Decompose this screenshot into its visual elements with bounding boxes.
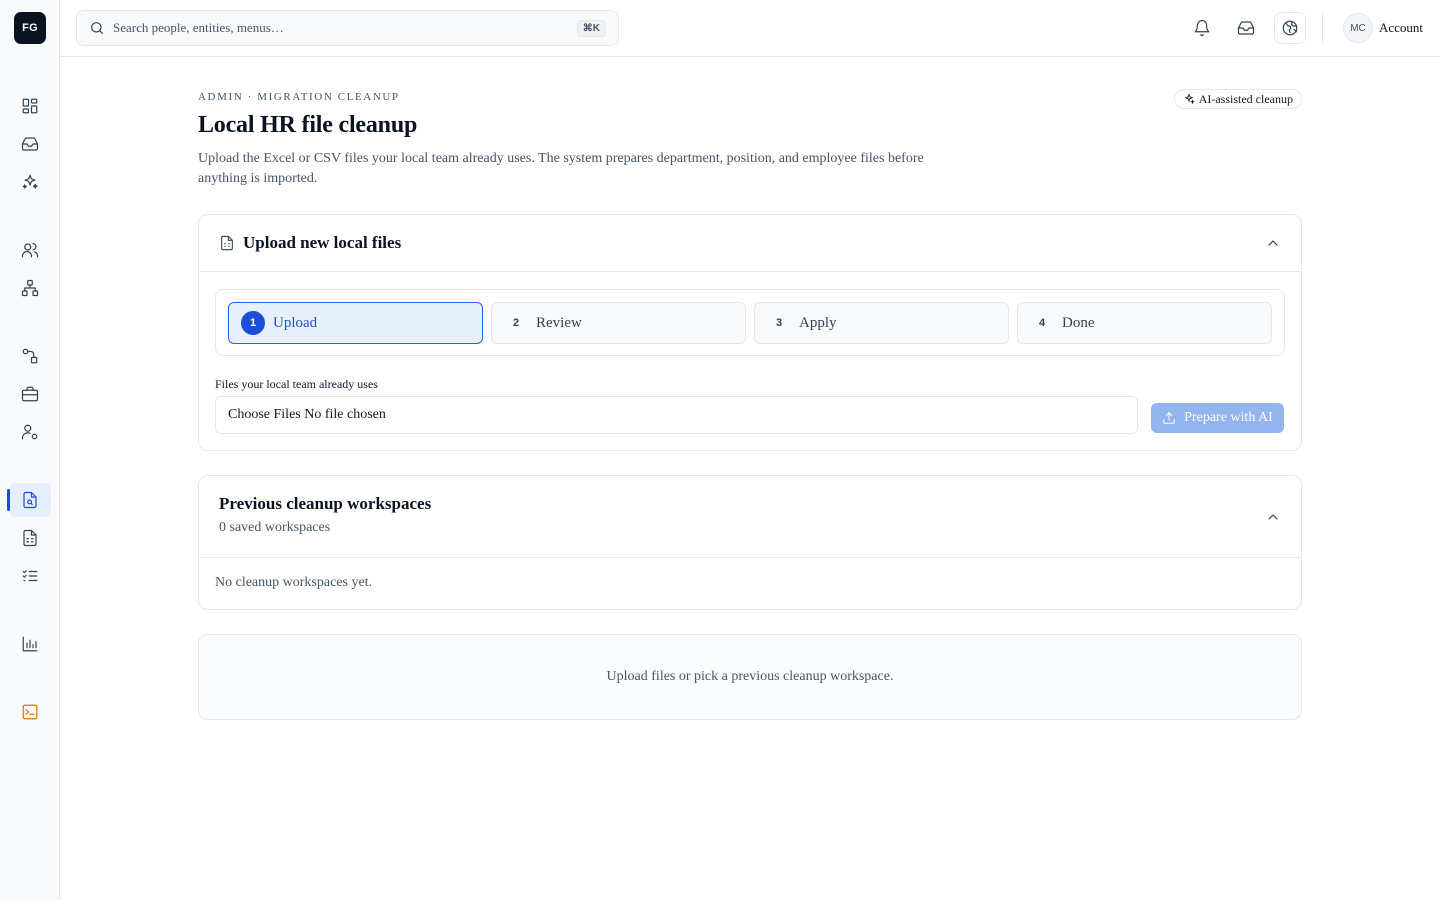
sparkles-icon — [22, 174, 38, 189]
step-done[interactable]: 4 Done — [1017, 302, 1272, 344]
globe-icon — [1282, 20, 1298, 36]
org-chart-icon — [21, 279, 39, 297]
language-button[interactable] — [1274, 12, 1306, 44]
search-icon — [91, 22, 103, 34]
ai-badge-label: AI-assisted cleanup — [1198, 91, 1293, 106]
bar-chart-icon — [22, 636, 38, 652]
terminal-icon — [22, 704, 38, 720]
file-spreadsheet-icon — [23, 529, 37, 547]
sidebar-item-reports[interactable] — [9, 627, 51, 661]
stepper: 1 Upload 2 Review 3 Apply 4 Done — [215, 289, 1285, 356]
file-input[interactable]: Choose Files No file chosen — [215, 396, 1138, 434]
user-settings-icon — [21, 424, 38, 440]
upload-icon — [1163, 412, 1175, 424]
sidebar: FG — [0, 0, 60, 900]
global-search[interactable]: Search people, entities, menus… ⌘K — [76, 10, 619, 46]
sidebar-item-user-settings[interactable] — [9, 415, 51, 449]
hint-text: Upload files or pick a previous cleanup … — [606, 669, 894, 684]
search-shortcut: ⌘K — [576, 19, 606, 37]
step-label: Done — [1062, 314, 1095, 331]
checklist-icon — [22, 570, 38, 582]
upload-card-title: Upload new local files — [243, 233, 402, 252]
topbar-divider — [1322, 14, 1323, 42]
sidebar-item-inbox[interactable] — [9, 127, 51, 161]
page-description: Upload the Excel or CSV files your local… — [198, 151, 924, 186]
sidebar-item-org[interactable] — [9, 271, 51, 305]
previous-card-subtitle: 0 saved workspaces — [219, 520, 331, 535]
people-icon — [21, 243, 39, 258]
prepare-button-label: Prepare with AI — [1184, 410, 1273, 425]
account-menu[interactable]: MC Account — [1343, 13, 1423, 43]
bell-icon — [1194, 19, 1210, 37]
file-search-icon — [23, 491, 37, 509]
empty-workspaces-message: No cleanup workspaces yet. — [215, 575, 373, 590]
step-number: 2 — [512, 317, 520, 329]
upload-card-header[interactable]: Upload new local files — [199, 215, 1301, 272]
sidebar-item-jobs[interactable] — [9, 377, 51, 411]
dashboard-icon — [22, 98, 38, 114]
account-label: Account — [1379, 20, 1424, 35]
chevron-up-icon[interactable] — [1265, 509, 1281, 525]
sidebar-item-ai[interactable] — [9, 165, 51, 199]
file-spreadsheet-icon — [221, 235, 233, 251]
inbox-button[interactable] — [1230, 12, 1262, 44]
inbox-icon — [1237, 21, 1255, 35]
sidebar-item-tasks[interactable] — [9, 559, 51, 593]
step-number: 1 — [241, 311, 265, 335]
step-label: Apply — [799, 314, 837, 331]
sidebar-item-people[interactable] — [9, 233, 51, 267]
files-label: Files your local team already uses — [215, 377, 378, 391]
step-review[interactable]: 2 Review — [491, 302, 746, 344]
inbox-icon — [21, 137, 39, 151]
previous-card-title: Previous cleanup workspaces — [219, 494, 432, 513]
sidebar-item-workflows[interactable] — [9, 339, 51, 373]
step-label: Upload — [273, 314, 318, 331]
prepare-with-ai-button[interactable]: Prepare with AI — [1151, 403, 1284, 433]
notifications-button[interactable] — [1186, 12, 1218, 44]
step-upload[interactable]: 1 Upload — [228, 302, 483, 344]
chevron-up-icon[interactable] — [1265, 235, 1281, 251]
app-logo[interactable]: FG — [14, 12, 46, 44]
top-bar: Search people, entities, menus… ⌘K MC Ac… — [60, 0, 1440, 57]
step-apply[interactable]: 3 Apply — [754, 302, 1009, 344]
sidebar-item-files[interactable] — [9, 521, 51, 555]
sidebar-item-console[interactable] — [9, 695, 51, 729]
avatar: MC — [1343, 13, 1373, 43]
sidebar-item-file-cleanup[interactable] — [7, 483, 51, 517]
sparkles-icon — [1184, 93, 1195, 105]
step-label: Review — [536, 314, 582, 331]
previous-card-header[interactable]: Previous cleanup workspaces 0 saved work… — [199, 476, 1301, 558]
step-number: 4 — [1038, 317, 1046, 329]
upload-card: Upload new local files 1 Upload 2 Review… — [198, 214, 1302, 451]
breadcrumb: ADMIN · MIGRATION CLEANUP — [198, 91, 400, 103]
workflow-icon — [22, 348, 38, 364]
search-input[interactable]: Search people, entities, menus… — [113, 20, 577, 36]
briefcase-icon — [21, 386, 39, 402]
previous-workspaces-card: Previous cleanup workspaces 0 saved work… — [198, 475, 1302, 610]
sidebar-item-dashboard[interactable] — [9, 89, 51, 123]
ai-assisted-badge: AI-assisted cleanup — [1173, 89, 1302, 109]
hint-panel: Upload files or pick a previous cleanup … — [198, 634, 1302, 720]
step-number: 3 — [775, 317, 783, 329]
page-title: Local HR file cleanup — [198, 112, 418, 138]
